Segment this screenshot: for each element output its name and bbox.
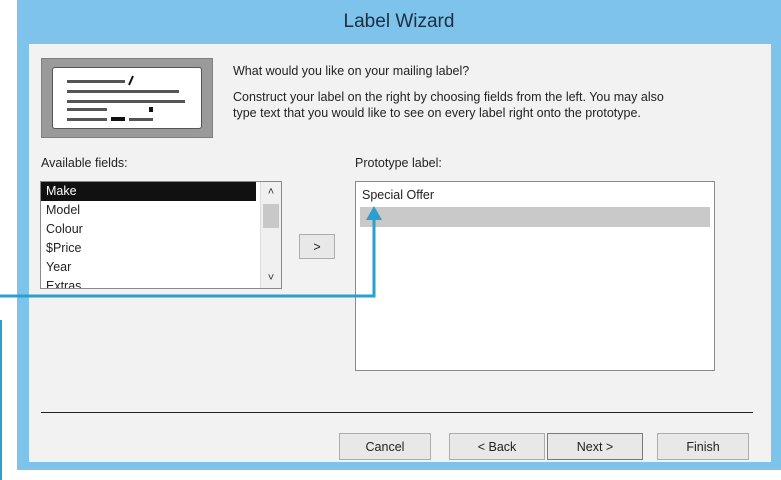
wizard-client-area: What would you like on your mailing labe… xyxy=(29,44,771,462)
window-title: Label Wizard xyxy=(343,11,455,32)
list-scrollbar[interactable]: ˄ ˅ xyxy=(260,182,281,288)
finish-button[interactable]: Finish xyxy=(657,433,749,460)
prototype-label-heading: Prototype label: xyxy=(355,156,442,170)
label-thumbnail-icon xyxy=(41,58,213,138)
available-fields-label: Available fields: xyxy=(41,156,128,170)
list-item[interactable]: Year xyxy=(41,258,256,277)
instructions-line-2: type text that you would like to see on … xyxy=(233,106,641,120)
footer-separator xyxy=(41,412,753,413)
wizard-window: Label Wizard What would you like on your… xyxy=(17,0,781,470)
chevron-up-icon[interactable]: ˄ xyxy=(261,182,281,202)
scrollbar-thumb[interactable] xyxy=(263,204,279,228)
cancel-button[interactable]: Cancel xyxy=(339,433,431,460)
instructions-line-1: Construct your label on the right by cho… xyxy=(233,90,664,104)
next-button[interactable]: Next > xyxy=(547,433,643,460)
prototype-label-box[interactable]: Special Offer xyxy=(355,181,715,371)
back-button[interactable]: < Back xyxy=(449,433,545,460)
add-field-button[interactable]: > xyxy=(299,234,335,259)
prototype-line-2[interactable] xyxy=(360,207,710,227)
title-bar: Label Wizard xyxy=(17,0,781,44)
available-fields-list[interactable]: Make Model Colour $Price Year Extras ˄ ˅ xyxy=(40,181,282,289)
label-thumbnail-lines xyxy=(67,75,185,121)
list-item[interactable]: Model xyxy=(41,201,256,220)
wizard-question: What would you like on your mailing labe… xyxy=(233,64,470,78)
list-item[interactable]: Colour xyxy=(41,220,256,239)
list-item[interactable]: $Price xyxy=(41,239,256,258)
label-thumbnail-card xyxy=(52,67,202,129)
prototype-line-1[interactable]: Special Offer xyxy=(362,188,434,202)
list-item[interactable]: Make xyxy=(41,182,256,201)
list-item[interactable]: Extras xyxy=(41,277,256,288)
chevron-down-icon[interactable]: ˅ xyxy=(261,268,281,288)
